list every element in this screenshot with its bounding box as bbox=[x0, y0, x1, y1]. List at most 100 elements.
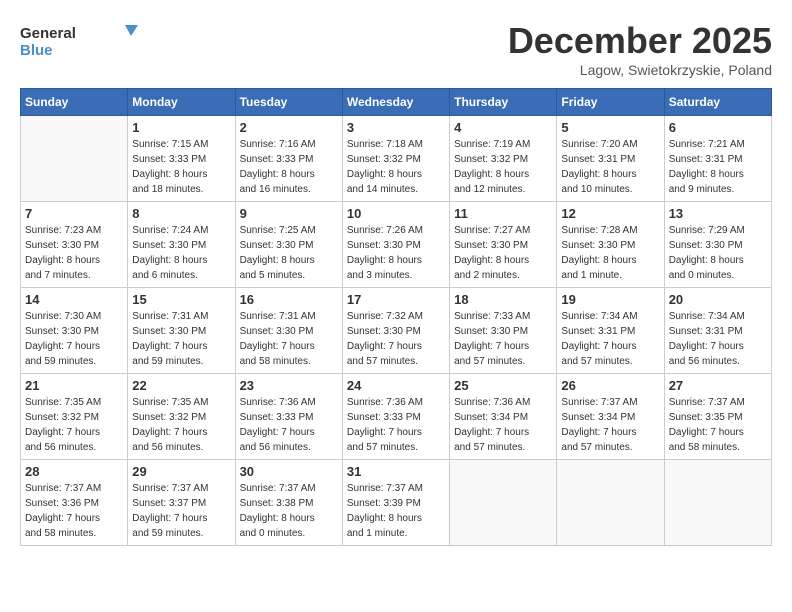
header: General Blue December 2025 Lagow, Swieto… bbox=[20, 20, 772, 78]
calendar-cell: 4 Sunrise: 7:19 AMSunset: 3:32 PMDaylight… bbox=[450, 116, 557, 202]
day-info: Sunrise: 7:37 AMSunset: 3:37 PMDaylight:… bbox=[132, 481, 230, 541]
day-info: Sunrise: 7:30 AMSunset: 3:30 PMDaylight:… bbox=[25, 309, 123, 369]
calendar-cell: 2 Sunrise: 7:16 AMSunset: 3:33 PMDaylight… bbox=[235, 116, 342, 202]
day-info: Sunrise: 7:31 AMSunset: 3:30 PMDaylight:… bbox=[240, 309, 338, 369]
calendar-cell: 28 Sunrise: 7:37 AMSunset: 3:36 PMDayligh… bbox=[21, 460, 128, 546]
calendar-cell: 3Sunrise: 7:18 AMSunset: 3:32 PMDaylight… bbox=[342, 116, 449, 202]
day-info: Sunrise: 7:31 AMSunset: 3:30 PMDaylight:… bbox=[132, 309, 230, 369]
calendar-cell: 10 Sunrise: 7:26 AMSunset: 3:30 PMDayligh… bbox=[342, 202, 449, 288]
month-title: December 2025 bbox=[508, 20, 772, 62]
day-number: 17 bbox=[347, 292, 445, 307]
day-number: 16 bbox=[240, 292, 338, 307]
day-number: 13 bbox=[669, 206, 767, 221]
day-info: Sunrise: 7:29 AMSunset: 3:30 PMDaylight:… bbox=[669, 223, 767, 283]
day-number: 19 bbox=[561, 292, 659, 307]
day-info: Sunrise: 7:35 AMSunset: 3:32 PMDaylight:… bbox=[132, 395, 230, 455]
calendar-cell bbox=[21, 116, 128, 202]
day-number: 26 bbox=[561, 378, 659, 393]
logo-svg: General Blue bbox=[20, 20, 140, 65]
calendar-cell: 12 Sunrise: 7:28 AMSunset: 3:30 PMDayligh… bbox=[557, 202, 664, 288]
day-number: 18 bbox=[454, 292, 552, 307]
day-number: 22 bbox=[132, 378, 230, 393]
day-number: 23 bbox=[240, 378, 338, 393]
day-number: 31 bbox=[347, 464, 445, 479]
svg-text:Blue: Blue bbox=[20, 42, 53, 59]
day-number: 1 bbox=[132, 120, 230, 135]
day-info: Sunrise: 7:28 AMSunset: 3:30 PMDaylight:… bbox=[561, 223, 659, 283]
calendar-cell: 14 Sunrise: 7:30 AMSunset: 3:30 PMDayligh… bbox=[21, 288, 128, 374]
calendar-cell bbox=[664, 460, 771, 546]
day-info: Sunrise: 7:37 AMSunset: 3:39 PMDaylight:… bbox=[347, 481, 445, 541]
calendar-table: SundayMondayTuesdayWednesdayThursdayFrid… bbox=[20, 88, 772, 546]
day-number: 4 bbox=[454, 120, 552, 135]
weekday-header-sunday: Sunday bbox=[21, 89, 128, 116]
day-number: 2 bbox=[240, 120, 338, 135]
day-info: Sunrise: 7:26 AMSunset: 3:30 PMDaylight:… bbox=[347, 223, 445, 283]
weekday-header-monday: Monday bbox=[128, 89, 235, 116]
day-number: 30 bbox=[240, 464, 338, 479]
calendar-cell: 13 Sunrise: 7:29 AMSunset: 3:30 PMDayligh… bbox=[664, 202, 771, 288]
calendar-cell: 31 Sunrise: 7:37 AMSunset: 3:39 PMDayligh… bbox=[342, 460, 449, 546]
day-info: Sunrise: 7:32 AMSunset: 3:30 PMDaylight:… bbox=[347, 309, 445, 369]
calendar-cell: 5 Sunrise: 7:20 AMSunset: 3:31 PMDaylight… bbox=[557, 116, 664, 202]
day-info: Sunrise: 7:37 AMSunset: 3:36 PMDaylight:… bbox=[25, 481, 123, 541]
day-info: Sunrise: 7:27 AMSunset: 3:30 PMDaylight:… bbox=[454, 223, 552, 283]
day-info: Sunrise: 7:34 AMSunset: 3:31 PMDaylight:… bbox=[561, 309, 659, 369]
calendar-cell: 20Sunrise: 7:34 AMSunset: 3:31 PMDayligh… bbox=[664, 288, 771, 374]
logo: General Blue bbox=[20, 20, 140, 65]
weekday-header-friday: Friday bbox=[557, 89, 664, 116]
calendar-cell: 18 Sunrise: 7:33 AMSunset: 3:30 PMDayligh… bbox=[450, 288, 557, 374]
calendar-cell: 15 Sunrise: 7:31 AMSunset: 3:30 PMDayligh… bbox=[128, 288, 235, 374]
day-number: 5 bbox=[561, 120, 659, 135]
day-info: Sunrise: 7:16 AMSunset: 3:33 PMDaylight:… bbox=[240, 137, 338, 197]
calendar-cell bbox=[450, 460, 557, 546]
day-number: 20 bbox=[669, 292, 767, 307]
calendar-cell: 16 Sunrise: 7:31 AMSunset: 3:30 PMDayligh… bbox=[235, 288, 342, 374]
calendar-cell: 26Sunrise: 7:37 AMSunset: 3:34 PMDayligh… bbox=[557, 374, 664, 460]
calendar-cell: 11 Sunrise: 7:27 AMSunset: 3:30 PMDayligh… bbox=[450, 202, 557, 288]
day-info: Sunrise: 7:35 AMSunset: 3:32 PMDaylight:… bbox=[25, 395, 123, 455]
day-number: 7 bbox=[25, 206, 123, 221]
day-number: 21 bbox=[25, 378, 123, 393]
week-row-5: 28 Sunrise: 7:37 AMSunset: 3:36 PMDayligh… bbox=[21, 460, 772, 546]
day-info: Sunrise: 7:37 AMSunset: 3:35 PMDaylight:… bbox=[669, 395, 767, 455]
day-info: Sunrise: 7:33 AMSunset: 3:30 PMDaylight:… bbox=[454, 309, 552, 369]
day-number: 6 bbox=[669, 120, 767, 135]
day-number: 12 bbox=[561, 206, 659, 221]
day-number: 10 bbox=[347, 206, 445, 221]
calendar-cell bbox=[557, 460, 664, 546]
calendar-cell: 6 Sunrise: 7:21 AMSunset: 3:31 PMDaylight… bbox=[664, 116, 771, 202]
day-number: 28 bbox=[25, 464, 123, 479]
weekday-header-row: SundayMondayTuesdayWednesdayThursdayFrid… bbox=[21, 89, 772, 116]
day-number: 15 bbox=[132, 292, 230, 307]
day-info: Sunrise: 7:24 AMSunset: 3:30 PMDaylight:… bbox=[132, 223, 230, 283]
day-info: Sunrise: 7:36 AMSunset: 3:33 PMDaylight:… bbox=[347, 395, 445, 455]
calendar-cell: 17 Sunrise: 7:32 AMSunset: 3:30 PMDayligh… bbox=[342, 288, 449, 374]
location: Lagow, Swietokrzyskie, Poland bbox=[508, 62, 772, 78]
day-number: 25 bbox=[454, 378, 552, 393]
day-number: 3 bbox=[347, 120, 445, 135]
calendar-cell: 25Sunrise: 7:36 AMSunset: 3:34 PMDayligh… bbox=[450, 374, 557, 460]
day-info: Sunrise: 7:15 AMSunset: 3:33 PMDaylight:… bbox=[132, 137, 230, 197]
day-number: 27 bbox=[669, 378, 767, 393]
calendar-cell: 19 Sunrise: 7:34 AMSunset: 3:31 PMDayligh… bbox=[557, 288, 664, 374]
day-info: Sunrise: 7:21 AMSunset: 3:31 PMDaylight:… bbox=[669, 137, 767, 197]
weekday-header-wednesday: Wednesday bbox=[342, 89, 449, 116]
day-info: Sunrise: 7:36 AMSunset: 3:33 PMDaylight:… bbox=[240, 395, 338, 455]
day-info: Sunrise: 7:23 AMSunset: 3:30 PMDaylight:… bbox=[25, 223, 123, 283]
day-number: 29 bbox=[132, 464, 230, 479]
day-info: Sunrise: 7:37 AMSunset: 3:38 PMDaylight:… bbox=[240, 481, 338, 541]
week-row-1: 1 Sunrise: 7:15 AMSunset: 3:33 PMDaylight… bbox=[21, 116, 772, 202]
title-area: December 2025 Lagow, Swietokrzyskie, Pol… bbox=[508, 20, 772, 78]
calendar-cell: 24Sunrise: 7:36 AMSunset: 3:33 PMDayligh… bbox=[342, 374, 449, 460]
day-info: Sunrise: 7:20 AMSunset: 3:31 PMDaylight:… bbox=[561, 137, 659, 197]
calendar-cell: 8Sunrise: 7:24 AMSunset: 3:30 PMDaylight… bbox=[128, 202, 235, 288]
calendar-cell: 22 Sunrise: 7:35 AMSunset: 3:32 PMDayligh… bbox=[128, 374, 235, 460]
calendar-cell: 7 Sunrise: 7:23 AMSunset: 3:30 PMDaylight… bbox=[21, 202, 128, 288]
day-number: 11 bbox=[454, 206, 552, 221]
day-info: Sunrise: 7:19 AMSunset: 3:32 PMDaylight:… bbox=[454, 137, 552, 197]
week-row-2: 7 Sunrise: 7:23 AMSunset: 3:30 PMDaylight… bbox=[21, 202, 772, 288]
day-number: 14 bbox=[25, 292, 123, 307]
day-number: 9 bbox=[240, 206, 338, 221]
calendar-cell: 30 Sunrise: 7:37 AMSunset: 3:38 PMDayligh… bbox=[235, 460, 342, 546]
